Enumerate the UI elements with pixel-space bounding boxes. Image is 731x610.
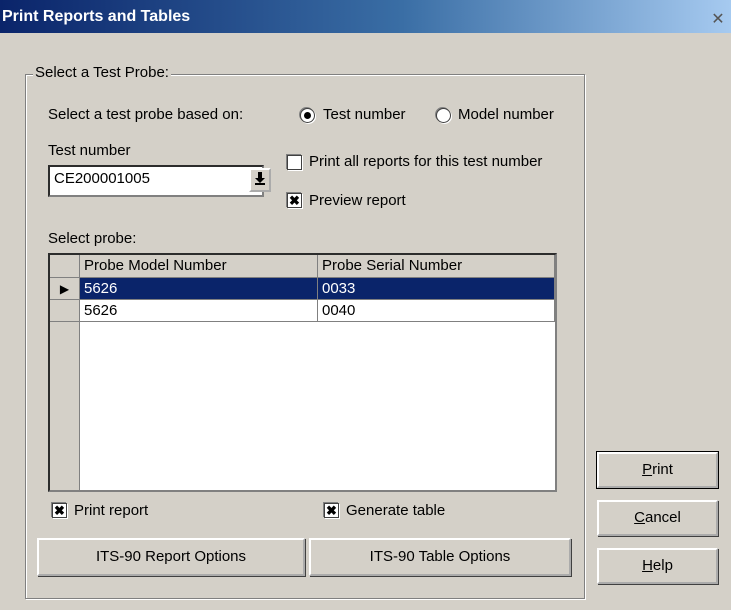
grid-empty-area bbox=[80, 322, 555, 490]
generate-table-label[interactable]: Generate table bbox=[346, 502, 445, 519]
print-button[interactable]: Print bbox=[596, 451, 719, 489]
radio-test-number[interactable] bbox=[300, 108, 315, 123]
help-label: elp bbox=[652, 557, 673, 574]
row-header[interactable] bbox=[50, 300, 80, 322]
download-arrow-glyph bbox=[255, 172, 265, 185]
select-probe-label: Select probe: bbox=[48, 230, 137, 247]
radio-selected-dot bbox=[304, 112, 311, 119]
print-report-checkbox[interactable]: ✖ bbox=[52, 503, 67, 518]
row-marker-icon[interactable]: ▶ bbox=[50, 278, 80, 300]
probe-grid[interactable]: Probe Model Number Probe Serial Number ▶… bbox=[48, 253, 557, 492]
help-button[interactable]: Help bbox=[597, 548, 718, 584]
close-icon[interactable]: ✕ bbox=[707, 10, 729, 30]
preview-report-label[interactable]: Preview report bbox=[309, 192, 406, 209]
table-cell-serial[interactable]: 0040 bbox=[318, 300, 555, 322]
print-all-label[interactable]: Print all reports for this test number bbox=[309, 153, 542, 170]
test-number-field[interactable]: CE200001005 bbox=[48, 165, 264, 197]
group-label: Select a Test Probe: bbox=[33, 64, 171, 81]
print-accelerator: P bbox=[642, 461, 653, 478]
preview-report-checkbox[interactable]: ✖ bbox=[287, 193, 302, 208]
radio-model-number[interactable] bbox=[436, 108, 451, 123]
cancel-label: ancel bbox=[644, 509, 681, 526]
report-options-button[interactable]: ITS-90 Report Options bbox=[37, 538, 305, 576]
row-header-strip bbox=[50, 322, 80, 490]
help-accelerator: H bbox=[642, 557, 653, 574]
test-number-label: Test number bbox=[48, 142, 131, 159]
grid-corner bbox=[50, 255, 80, 278]
generate-table-checkbox[interactable]: ✖ bbox=[324, 503, 339, 518]
title-bar: Print Reports and Tables bbox=[0, 0, 731, 33]
window-title: Print Reports and Tables bbox=[2, 8, 191, 25]
table-options-button[interactable]: ITS-90 Table Options bbox=[309, 538, 571, 576]
column-header-model[interactable]: Probe Model Number bbox=[80, 255, 318, 278]
radio-model-number-label[interactable]: Model number bbox=[458, 106, 554, 123]
download-arrow-icon[interactable] bbox=[249, 168, 271, 192]
cancel-accelerator: C bbox=[634, 509, 645, 526]
print-label: rint bbox=[652, 461, 673, 478]
print-report-label[interactable]: Print report bbox=[74, 502, 148, 519]
table-cell-model[interactable]: 5626 bbox=[80, 300, 318, 322]
table-cell-serial[interactable]: 0033 bbox=[318, 278, 555, 300]
based-on-label: Select a test probe based on: bbox=[48, 106, 244, 123]
cancel-button[interactable]: Cancel bbox=[597, 500, 718, 536]
radio-test-number-label[interactable]: Test number bbox=[323, 106, 406, 123]
table-cell-model[interactable]: 5626 bbox=[80, 278, 318, 300]
print-all-checkbox[interactable] bbox=[287, 155, 302, 170]
column-header-serial[interactable]: Probe Serial Number bbox=[318, 255, 555, 278]
